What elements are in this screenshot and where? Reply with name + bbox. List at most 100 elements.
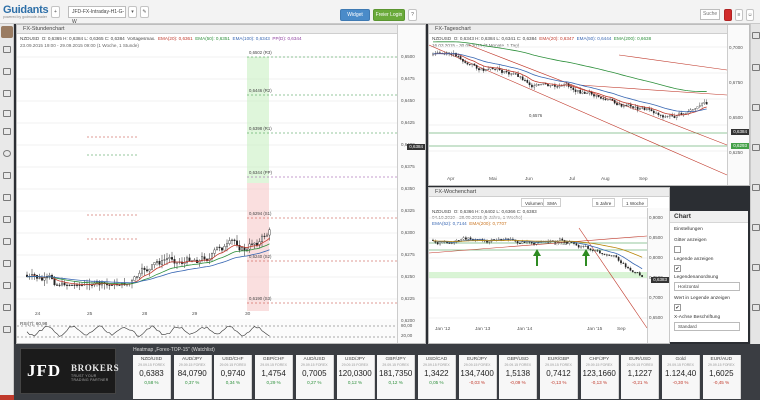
x-tick-label: Sep	[617, 327, 626, 332]
candle-body	[524, 79, 526, 81]
watchlist-item[interactable]: GBP/JPY 29.09.15 FOREX 181,7350 0,12 %	[377, 355, 416, 399]
candle-body	[245, 248, 248, 251]
candle-body	[671, 115, 674, 117]
monitor-icon[interactable]	[3, 304, 11, 311]
candle-body	[145, 269, 148, 272]
legend-position-select[interactable]: Horizontal	[674, 282, 740, 291]
candle-body	[110, 284, 113, 286]
search-input[interactable]: Suche	[700, 9, 720, 20]
candle-body	[582, 245, 585, 247]
pivot-level-label: 0,6446 (R2)	[249, 88, 272, 93]
watchlist-item[interactable]: EUR/GBP 29.09.15 FOREX 0,7412 -0,13 %	[540, 355, 578, 399]
login-button[interactable]: Freier Login	[373, 9, 405, 21]
watchlist-symbol: CHF/JPY	[589, 357, 610, 362]
watchlist-item[interactable]: EUR/JPY 29.09.15 FOREX 134,7400 -0,03 %	[458, 355, 497, 399]
watchlist-item[interactable]: USD/CHF 29.09.15 FOREX 0,9740 0,34 %	[214, 355, 253, 399]
settings-icon[interactable]	[752, 304, 760, 311]
watchlist-item[interactable]: EUR/AUD 29.09.15 FOREX 1,6025 -0,45 %	[702, 355, 741, 399]
candle-body	[265, 234, 268, 237]
candle-body	[503, 71, 506, 73]
watchlist-timestamp: 29.09.15 FOREX	[463, 363, 491, 367]
monitor-icon[interactable]	[3, 282, 11, 289]
x-axis-select[interactable]: Standard	[674, 322, 740, 331]
avatar[interactable]	[1, 26, 13, 38]
candle-body	[609, 98, 611, 100]
guidants-logo[interactable]: Guidants powered by godmode-trader	[3, 4, 49, 19]
watchlist-item[interactable]: AUD/JPY 29.09.15 FOREX 84,0790 0,37 %	[173, 355, 212, 399]
settings-icon[interactable]	[752, 144, 760, 151]
y-tick-label: 0,6750	[729, 80, 743, 85]
candle-body	[505, 238, 507, 240]
x-axis-label: X-Achse Beschriftung	[674, 315, 721, 320]
edit-icon[interactable]: ✎	[140, 6, 149, 18]
settings-icon[interactable]	[752, 32, 760, 39]
candle-body	[460, 239, 463, 241]
candle-body	[650, 109, 653, 112]
monitor-icon[interactable]	[3, 46, 11, 53]
legend-checkbox[interactable]: ✔	[674, 265, 681, 272]
monitor-icon[interactable]	[3, 238, 11, 245]
user-icon[interactable]: ☺	[746, 9, 754, 21]
legend-position-label: Legendenanordnung	[674, 275, 719, 280]
watchlist-item[interactable]: Gold 29.09.15 FOREX 1.124,40 -0,30 %	[662, 355, 701, 399]
monitor-icon[interactable]	[3, 194, 11, 201]
watchlist-symbol: EUR/GBP	[547, 357, 570, 362]
watchlist-item[interactable]: EUR/USD 29.09.15 FOREX 1,1227 -0,21 %	[621, 355, 660, 399]
settings-icon[interactable]	[752, 104, 760, 111]
watchlist-item[interactable]: CHF/JPY 29.09.15 FOREX 123,1660 -0,13 %	[580, 355, 619, 399]
settings-icon[interactable]	[752, 64, 760, 71]
watchlist-item[interactable]: NZD/USD 29.09.15 FOREX 0,6383 0,58 %	[133, 355, 171, 399]
monitor-icon[interactable]	[3, 326, 11, 333]
candle-body	[168, 257, 171, 259]
flag-icon[interactable]	[724, 9, 732, 21]
watchlist-symbol: AUD/JPY	[182, 357, 203, 362]
widget-button[interactable]: Widget	[340, 9, 370, 21]
hourly-chart-canvas[interactable]	[17, 25, 426, 344]
watchlist-change: 0,27 %	[307, 380, 322, 385]
watchlist-item[interactable]: USD/CAD 29.09.15 FOREX 1,3422 0,05 %	[417, 355, 456, 399]
candle-body	[587, 245, 589, 249]
daily-chart-canvas[interactable]	[429, 25, 750, 186]
grid-checkbox[interactable]	[674, 246, 681, 253]
monitor-icon[interactable]	[3, 216, 11, 223]
watchlist-item[interactable]: AUD/USD 29.09.15 FOREX 0,7005 0,27 %	[295, 355, 334, 399]
monitor-icon[interactable]	[3, 110, 11, 117]
workspace-select[interactable]: JFD-FX-Intraday-H1-G-W	[68, 6, 126, 25]
gauge-icon[interactable]	[3, 150, 11, 157]
candle-body	[521, 76, 524, 81]
x-tick-label: 29	[192, 312, 198, 317]
candle-body	[173, 259, 176, 264]
values-in-legend-checkbox[interactable]: ✔	[674, 304, 681, 311]
candle-body	[542, 83, 545, 85]
candle-body	[574, 89, 577, 92]
watchlist-item[interactable]: GBP/CHF 29.09.15 FOREX 1,4754 0,29 %	[255, 355, 294, 399]
monitor-icon[interactable]	[3, 172, 11, 179]
watchlist-symbol: EUR/USD	[629, 357, 651, 362]
settings-icon[interactable]	[752, 264, 760, 271]
workspace-menu-button[interactable]: ▾	[128, 6, 137, 18]
weekly-chart-canvas[interactable]	[429, 188, 670, 344]
watchlist-item[interactable]: GBP/USD 29.09.15 FOREX 1,5138 -0,09 %	[499, 355, 538, 399]
candle-body	[90, 284, 93, 286]
candle-body	[487, 68, 490, 70]
candle-body	[601, 253, 604, 255]
add-workspace-button[interactable]: +	[51, 6, 60, 18]
candle-body	[591, 249, 594, 251]
candle-body	[450, 242, 453, 244]
settings-icon[interactable]	[752, 224, 760, 231]
rsi-panel	[17, 319, 397, 343]
candle-body	[701, 103, 703, 106]
monitor-icon[interactable]	[3, 68, 11, 75]
briefcase-icon[interactable]	[3, 128, 11, 135]
candle-body	[580, 246, 582, 248]
list-icon[interactable]	[3, 90, 11, 97]
menu-icon[interactable]: ≡	[735, 9, 743, 21]
help-button[interactable]: ?	[408, 9, 417, 21]
candle-body	[573, 242, 575, 244]
candle-body	[508, 71, 510, 75]
monitor-icon[interactable]	[3, 260, 11, 267]
candle-body	[521, 241, 524, 244]
watchlist-change: -0,30 %	[672, 380, 689, 385]
settings-icon[interactable]	[752, 184, 760, 191]
watchlist-item[interactable]: USD/JPY 29.09.15 FOREX 120,0300 0,12 %	[336, 355, 375, 399]
